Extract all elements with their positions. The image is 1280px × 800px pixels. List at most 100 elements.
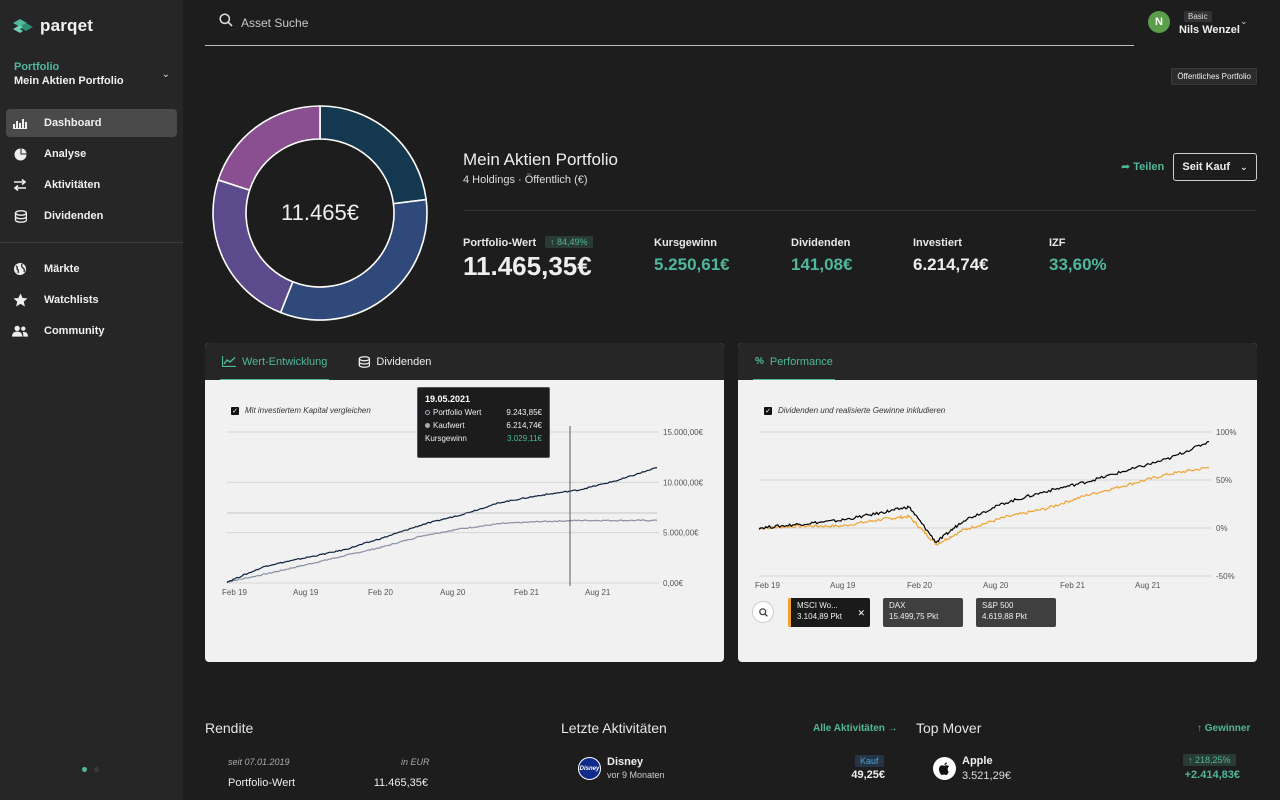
chevron-down-icon: ⌄ (1240, 161, 1248, 172)
sidebar-item-community[interactable]: Community (6, 317, 177, 345)
sidebar-item-label: Dashboard (44, 117, 102, 129)
tab-wert-entwicklung[interactable]: Wert-Entwicklung (220, 343, 330, 380)
metric-label: Dividenden (791, 237, 851, 249)
sidebar-item-maerkte[interactable]: Märkte (6, 255, 177, 283)
top-mover-title: Top Mover (916, 720, 982, 736)
benchmark-value: 3.104,89 Pkt (797, 612, 842, 621)
portfolio-subtitle: 4 Holdings · Öffentlich (€) (463, 174, 588, 186)
avatar: N (1148, 11, 1170, 33)
mover-change-badge: ↑ 218,25% (1183, 754, 1236, 766)
metric-label: Kursgewinn (654, 237, 717, 249)
share-button[interactable]: ➦ Teilen (1121, 160, 1164, 173)
mover-asset-value: 3.521,29€ (962, 770, 1011, 782)
chevron-down-icon: ⌄ (161, 69, 170, 80)
activity-type-badge: Kauf (855, 755, 884, 767)
mover-asset-name[interactable]: Apple (962, 755, 993, 767)
y-tick-label: 10.000,00€ (663, 478, 704, 487)
y-tick-label: 15.000,00€ (663, 428, 704, 437)
carousel-dot[interactable] (82, 767, 87, 772)
rendite-row-label: Portfolio-Wert (228, 777, 296, 789)
sidebar-item-watchlists[interactable]: Watchlists (6, 286, 177, 314)
tooltip-row-label: Kaufwert (433, 421, 465, 430)
value-development-panel: Wert-Entwicklung Dividenden ✓ Mit invest… (205, 343, 724, 662)
sidebar-item-label: Watchlists (44, 294, 99, 306)
x-tick-label: Feb 19 (222, 588, 247, 597)
portfolio-value-change-badge: ↑ 84,49% (545, 236, 593, 248)
winners-link[interactable]: ↑ Gewinner (1197, 723, 1250, 734)
tooltip-row-value: 3.029,11€ (507, 434, 542, 443)
holdings-donut-chart: 11.465€ (211, 104, 429, 322)
plan-badge: Basic (1184, 11, 1212, 22)
tab-label: Performance (769, 355, 833, 368)
close-icon[interactable]: ✕ (857, 608, 865, 619)
benchmark-chip-sp500[interactable]: S&P 500 4.619,88 Pkt (976, 598, 1056, 627)
period-label: Seit Kauf (1182, 161, 1231, 173)
sidebar-item-label: Dividenden (44, 210, 104, 222)
portfolio-value: 11.465,35€ (463, 251, 592, 281)
metric-value: 33,60% (1049, 255, 1107, 274)
tab-dividenden[interactable]: Dividenden (355, 343, 433, 380)
activity-time: vor 9 Monaten (607, 770, 665, 780)
rendite-row: Portfolio-Wert 11.465,35€ (228, 777, 428, 789)
y-tick-label: 5.000,00€ (663, 529, 699, 538)
mover-gain: +2.414,83€ (1184, 769, 1240, 781)
portfolio-selector[interactable]: Portfolio Mein Aktien Portfolio ⌄ (14, 61, 174, 87)
globe-icon (12, 261, 28, 277)
sidebar-item-dashboard[interactable]: Dashboard (6, 109, 177, 137)
parqet-logo-icon (13, 19, 33, 33)
carousel-dot[interactable] (94, 767, 99, 772)
rendite-currency: in EUR (401, 757, 430, 767)
benchmark-chip-msci[interactable]: MSCI Wo... 3.104,89 Pkt ✕ (788, 598, 870, 627)
portfolio-title: Mein Aktien Portfolio (463, 150, 618, 169)
panel-tabs: Wert-Entwicklung Dividenden (205, 343, 724, 380)
share-icon: ➦ (1121, 161, 1131, 173)
sidebar-item-label: Analyse (44, 148, 87, 160)
benchmark-value: 15.499,75 Pkt (889, 612, 939, 621)
kaufwert-dot-icon (425, 423, 430, 428)
activity-asset-name[interactable]: Disney (607, 756, 643, 768)
tab-performance[interactable]: % Performance (753, 343, 835, 380)
y-tick-label: 0% (1216, 524, 1228, 533)
metric-kursgewinn: Kursgewinn 5.250,61€ (654, 237, 730, 275)
logo[interactable]: parqet (12, 16, 93, 36)
search-icon (219, 13, 233, 32)
benchmark-search-button[interactable] (752, 601, 774, 623)
x-tick-label: Feb 20 (907, 581, 932, 590)
metric-label: Investiert (913, 237, 962, 249)
tooltip-row-label: Kursgewinn (425, 434, 467, 443)
series-line-msci-wo- (758, 466, 1210, 546)
line-chart-icon (222, 356, 236, 367)
sidebar-divider (0, 242, 183, 243)
x-tick-label: Aug 19 (830, 581, 856, 590)
sidebar-item-analyse[interactable]: Analyse (6, 140, 177, 168)
all-activities-link[interactable]: Alle Aktivitäten → (813, 723, 898, 734)
header-divider (463, 210, 1257, 211)
chart-icon (12, 115, 28, 131)
period-dropdown[interactable]: Seit Kauf ⌄ (1173, 153, 1257, 181)
x-tick-label: Aug 21 (1135, 581, 1161, 590)
panel-tabs: % Performance (738, 343, 1257, 380)
series-line-portfolio-wert (226, 467, 658, 584)
metric-investiert: Investiert 6.214,74€ (913, 237, 989, 275)
user-menu[interactable]: N Basic Nils Wenzel ⌄ (1148, 11, 1248, 36)
tab-label: Dividenden (376, 355, 432, 368)
metric-izf: IZF 33,60% (1049, 237, 1107, 275)
x-tick-label: Feb 21 (514, 588, 539, 597)
benchmark-chip-dax[interactable]: DAX 15.499,75 Pkt (883, 598, 963, 627)
percent-icon: % (755, 356, 764, 367)
metric-value: 5.250,61€ (654, 255, 730, 274)
sidebar-item-label: Aktivitäten (44, 179, 101, 191)
sidebar-item-label: Märkte (44, 263, 80, 275)
search-input[interactable] (241, 15, 641, 30)
benchmark-name: S&P 500 (982, 601, 1014, 610)
tooltip-row-value: 6.214,74€ (506, 421, 542, 430)
x-tick-label: Feb 19 (755, 581, 780, 590)
tab-label: Wert-Entwicklung (242, 355, 328, 368)
chart-tooltip: 19.05.2021 Portfolio Wert 9.243,85€ Kauf… (417, 387, 550, 458)
x-tick-label: Feb 21 (1060, 581, 1085, 590)
activities-title: Letzte Aktivitäten (561, 720, 667, 736)
tooltip-row-label: Portfolio Wert (433, 408, 482, 417)
sidebar-item-aktivitaeten[interactable]: Aktivitäten (6, 171, 177, 199)
sidebar-item-dividenden[interactable]: Dividenden (6, 202, 177, 230)
portfolio-dot-icon (425, 410, 430, 415)
